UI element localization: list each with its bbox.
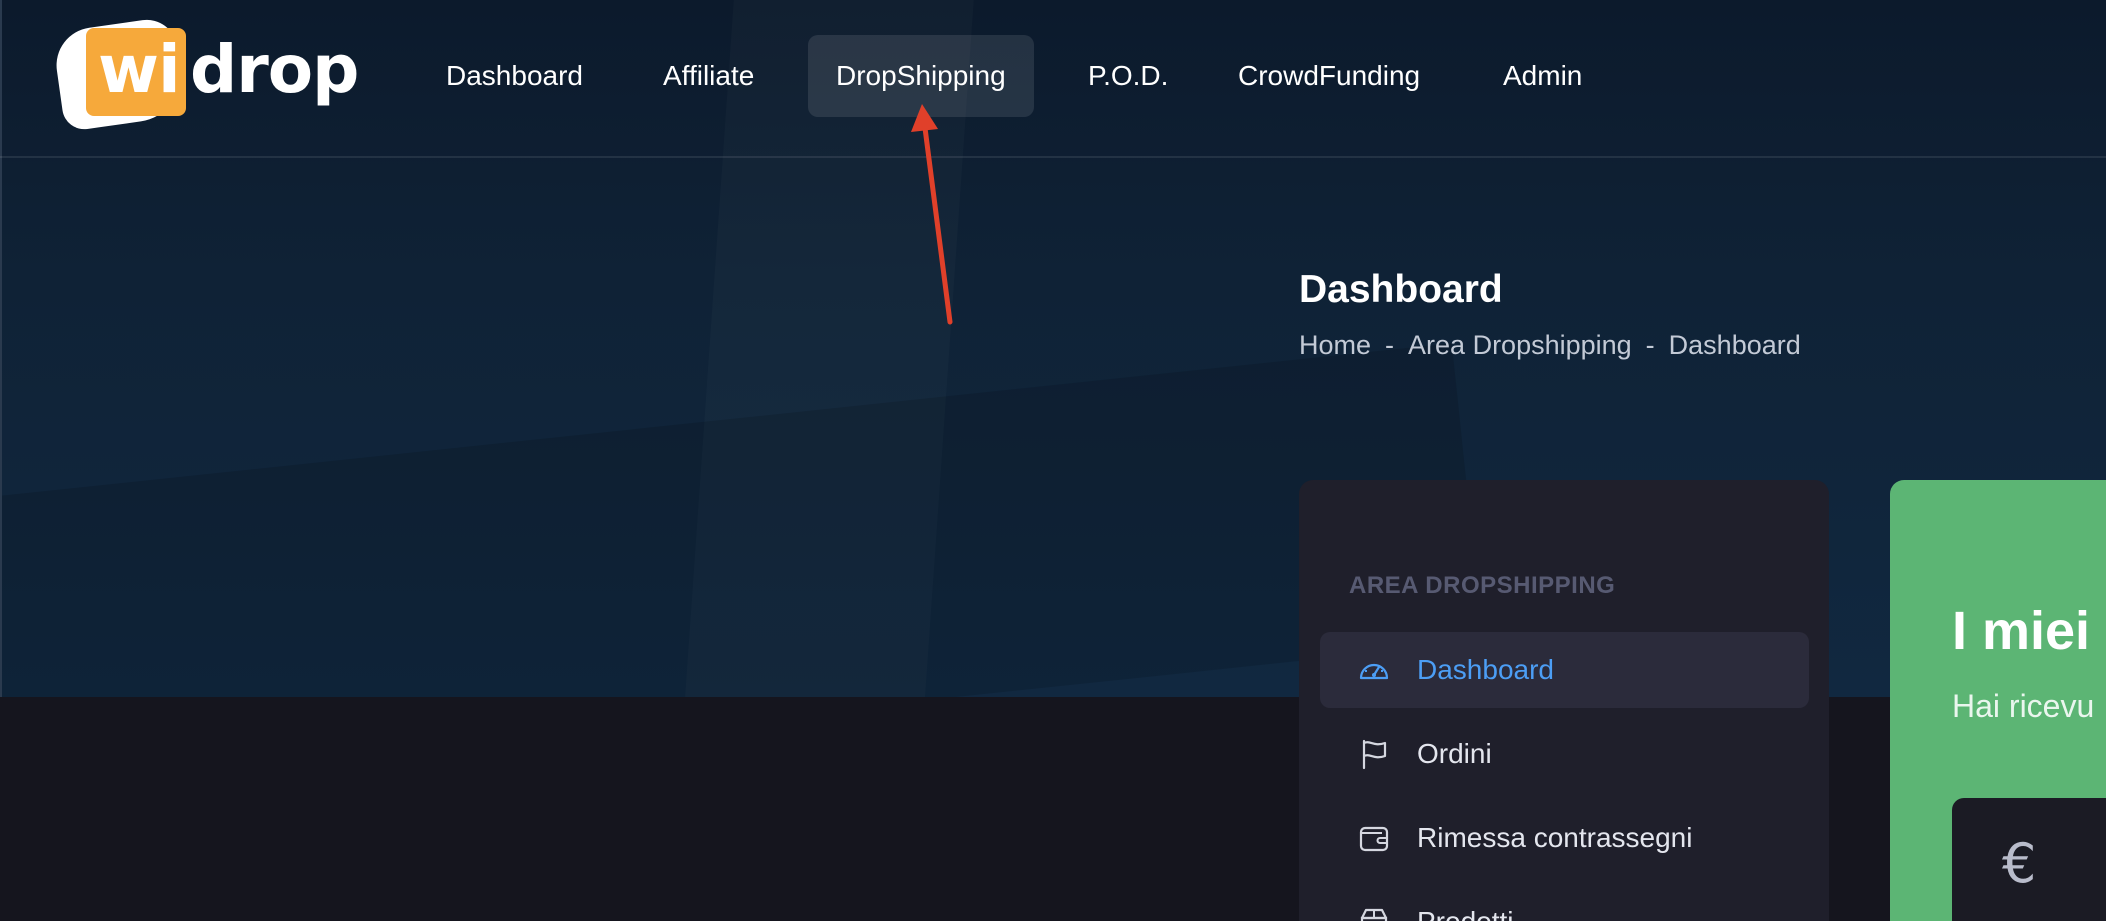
nav-item-dashboard[interactable]: Dashboard [418,35,611,117]
breadcrumb-area-dropshipping[interactable]: Area Dropshipping [1408,330,1632,360]
sidebar-heading: AREA DROPSHIPPING [1349,572,1616,599]
wallet-icon [1359,826,1389,852]
breadcrumb-current: Dashboard [1668,330,1801,360]
page-title: Dashboard [1299,268,1503,311]
logo-text-prefix: wi [98,31,181,108]
breadcrumb-home[interactable]: Home [1299,330,1371,360]
breadcrumb-separator: - [1385,330,1395,360]
nav-item-crowdfunding[interactable]: CrowdFunding [1210,35,1448,117]
sidebar-item-ordini[interactable]: Ordini [1320,716,1809,792]
nav-item-affiliate[interactable]: Affiliate [635,35,782,117]
earnings-card: I miei Hai ricevu € [1890,480,2106,921]
nav-item-admin[interactable]: Admin [1475,35,1610,117]
sidebar-item-rimessa-contrassegni[interactable]: Rimessa contrassegni [1320,800,1809,876]
earnings-card-subtitle: Hai ricevu [1952,688,2095,724]
earnings-card-title: I miei [1952,601,2091,661]
sidebar-item-prodotti[interactable]: Prodotti [1320,884,1809,921]
widrop-logo[interactable]: wi drop [51,15,359,133]
flag-icon [1362,739,1387,770]
logo-text-suffix: drop [190,31,359,108]
sidebar-item-label: Dashboard [1417,654,1554,685]
box-icon [1360,908,1388,921]
speedometer-icon [1359,663,1389,680]
sidebar-item-label: Prodotti [1417,884,1514,921]
euro-icon: € [2002,832,2037,895]
sidebar-item-label: Ordini [1417,738,1492,769]
sidebar-item-dashboard[interactable]: Dashboard [1320,632,1809,708]
nav-item-dropshipping[interactable]: DropShipping [808,35,1034,117]
nav-item-pod[interactable]: P.O.D. [1060,35,1196,117]
currency-box: € [1952,798,2106,921]
sidebar-item-label: Rimessa contrassegni [1417,822,1693,853]
sidebar: AREA DROPSHIPPING Dashboard Ordini Rimes… [1299,480,1829,921]
top-header: wi drop Dashboard Affiliate DropShipping… [0,0,2106,158]
breadcrumb-separator: - [1645,330,1655,360]
app-page: wi drop Dashboard Affiliate DropShipping… [0,0,2106,921]
breadcrumb: Home - Area Dropshipping - Dashboard [1299,330,1801,361]
